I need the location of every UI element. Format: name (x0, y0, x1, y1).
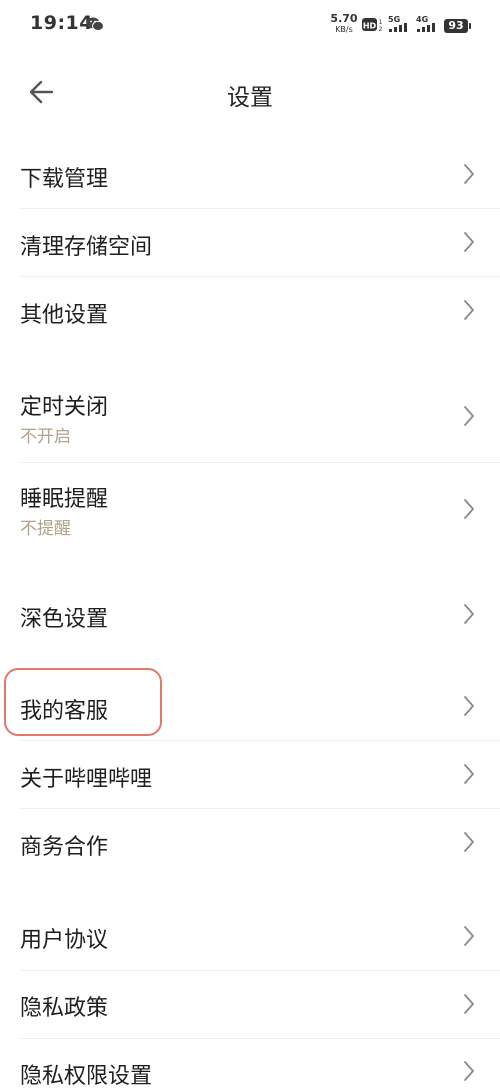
network-speed-value: 5.70 (330, 12, 358, 25)
row-label: 隐私权限设置 (20, 1064, 153, 1089)
chevron-right-icon (464, 406, 474, 426)
chevron-right-icon (464, 604, 474, 624)
row-label: 定时关闭 (20, 395, 109, 420)
chevron-right-icon (464, 696, 474, 716)
battery-indicator: 93 (444, 19, 471, 33)
row-label: 清理存储空间 (20, 235, 153, 260)
row-label: 深色设置 (20, 607, 109, 632)
highlight-annotation (4, 668, 162, 736)
row-label: 用户协议 (20, 928, 109, 953)
settings-row-about-bilibili[interactable]: 关于哔哩哔哩 (0, 740, 500, 808)
settings-row-timer-off[interactable]: 定时关闭 不开启 (0, 370, 500, 462)
chevron-right-icon (464, 300, 474, 320)
row-label: 睡眠提醒 (20, 487, 109, 512)
settings-row-privacy-permissions[interactable]: 隐私权限设置 (0, 1038, 500, 1089)
status-time: 19:14 (30, 12, 93, 34)
row-label: 其他设置 (20, 303, 109, 328)
signal-4g-icon: 4G (416, 15, 440, 34)
chevron-right-icon (464, 926, 474, 946)
row-label: 关于哔哩哔哩 (20, 767, 153, 792)
signal-5g-icon: 5G (388, 15, 412, 34)
row-label: 下载管理 (20, 167, 109, 192)
chevron-right-icon (464, 832, 474, 852)
row-label: 隐私政策 (20, 996, 109, 1021)
status-bar: 19:14 5.70 KB/s HD 1 2 5G 4G 93 (0, 0, 500, 52)
settings-row-user-agreement[interactable]: 用户协议 (0, 902, 500, 970)
chevron-right-icon (464, 164, 474, 184)
settings-row-clear-storage[interactable]: 清理存储空间 (0, 208, 500, 276)
network-speed-unit: KB/s (335, 25, 353, 34)
settings-row-other-settings[interactable]: 其他设置 (0, 276, 500, 344)
chevron-right-icon (464, 232, 474, 252)
chevron-right-icon (464, 1061, 474, 1081)
svg-text:1: 1 (379, 19, 383, 26)
page-title: 设置 (227, 85, 273, 111)
settings-row-sleep-reminder[interactable]: 睡眠提醒 不提醒 (0, 462, 500, 554)
hd-voice-icon: HD 1 2 (362, 18, 383, 33)
settings-row-download-management[interactable]: 下载管理 (0, 140, 500, 208)
settings-row-privacy-policy[interactable]: 隐私政策 (0, 970, 500, 1038)
chevron-right-icon (464, 499, 474, 519)
svg-text:HD: HD (363, 22, 377, 31)
row-sublabel: 不提醒 (20, 519, 71, 539)
header: 设置 (0, 60, 500, 124)
row-sublabel: 不开启 (20, 427, 71, 447)
wechat-notification-icon (86, 17, 104, 32)
svg-text:2: 2 (379, 26, 383, 33)
row-label: 商务合作 (20, 835, 109, 860)
settings-row-dark-mode[interactable]: 深色设置 (0, 580, 500, 648)
chevron-right-icon (464, 764, 474, 784)
chevron-right-icon (464, 994, 474, 1014)
network-speed: 5.70 KB/s (330, 12, 358, 35)
settings-row-business-cooperation[interactable]: 商务合作 (0, 808, 500, 876)
